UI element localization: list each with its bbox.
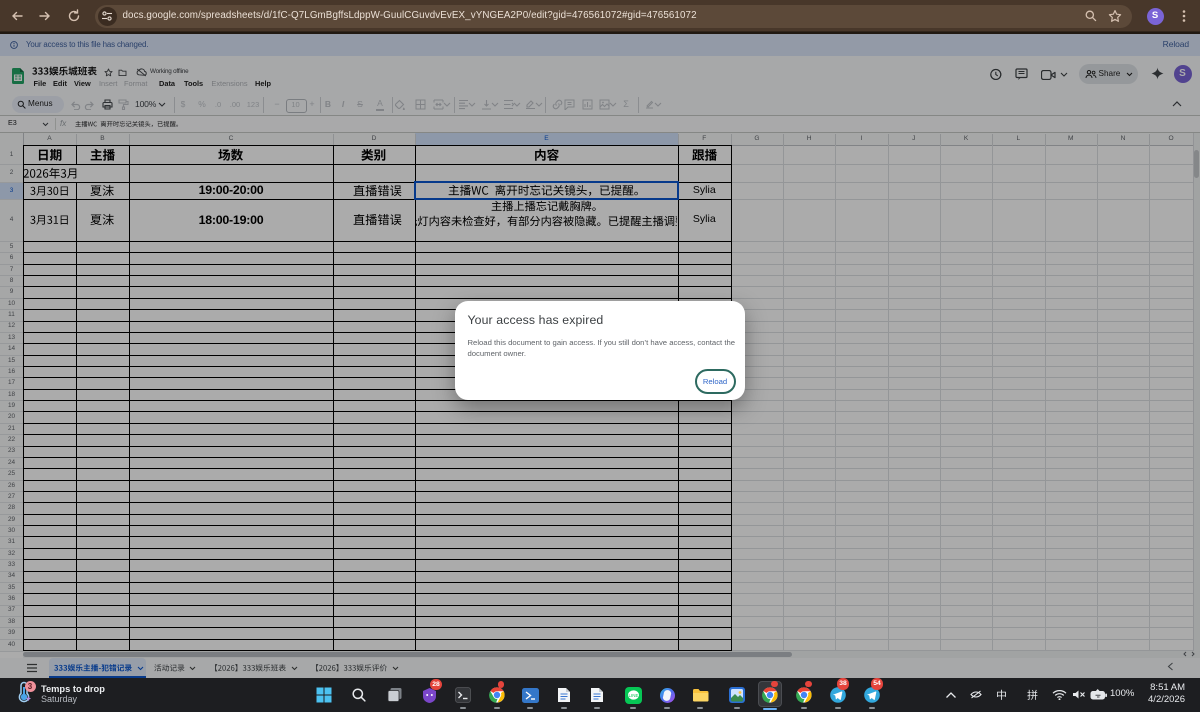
svg-text:LINE: LINE (628, 692, 638, 697)
